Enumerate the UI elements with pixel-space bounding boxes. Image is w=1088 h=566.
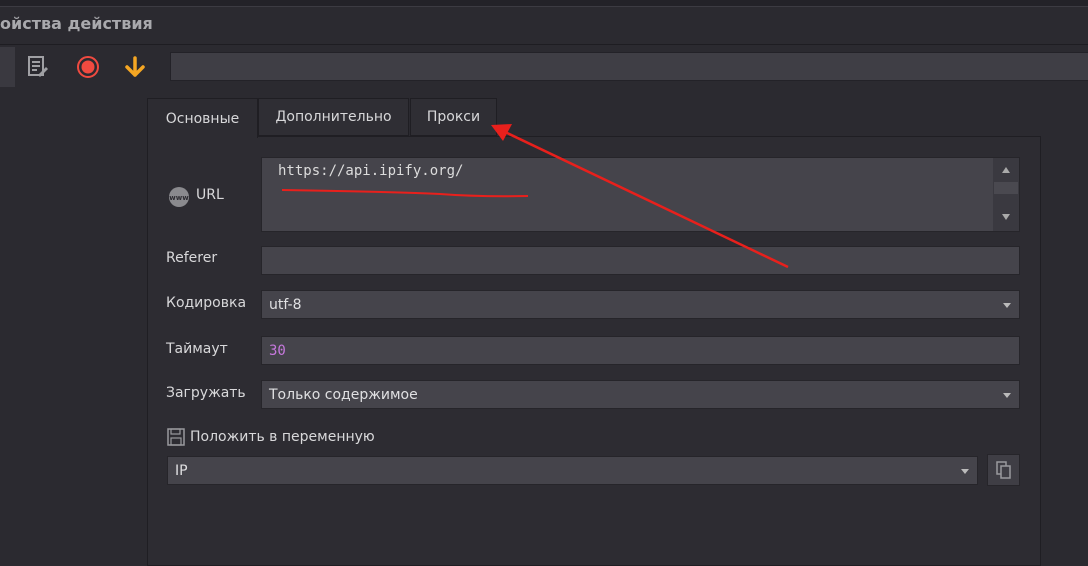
encoding-label: Кодировка	[166, 295, 247, 311]
encoding-value: utf-8	[269, 296, 302, 313]
encoding-select[interactable]: utf-8	[261, 290, 1020, 319]
scroll-thumb[interactable]	[994, 182, 1018, 194]
tab-advanced[interactable]: Дополнительно	[258, 98, 409, 136]
www-icon: www	[168, 186, 190, 212]
divider	[0, 44, 1088, 45]
chevron-down-icon	[961, 468, 969, 474]
tab-proxy[interactable]: Прокси	[410, 98, 497, 136]
chevron-down-icon	[1003, 302, 1011, 308]
referer-input[interactable]	[261, 246, 1020, 275]
load-value: Только содержимое	[269, 386, 418, 403]
top-strip	[0, 0, 1088, 7]
notes-icon[interactable]	[26, 55, 50, 83]
tab-main[interactable]: Основные	[147, 98, 258, 138]
url-label: URL	[196, 187, 224, 203]
copy-icon	[996, 461, 1011, 479]
toolbar-left-button[interactable]	[0, 47, 15, 87]
url-scrollbar[interactable]	[993, 158, 1019, 231]
save-icon	[167, 428, 185, 450]
svg-text:www: www	[169, 194, 189, 202]
chevron-down-icon	[1003, 392, 1011, 398]
url-value: https://api.ipify.org/	[278, 163, 464, 179]
variable-select[interactable]: IP	[167, 456, 978, 485]
timeout-value: 30	[269, 342, 286, 359]
toolbar-input[interactable]	[170, 52, 1088, 81]
timeout-label: Таймаут	[166, 341, 228, 357]
variable-value: IP	[175, 462, 188, 479]
scroll-down-icon[interactable]	[1002, 214, 1010, 220]
arrow-down-icon[interactable]	[123, 55, 147, 83]
scroll-up-icon[interactable]	[1002, 167, 1010, 173]
load-select[interactable]: Только содержимое	[261, 380, 1020, 409]
copy-button[interactable]	[987, 454, 1020, 486]
load-label: Загружать	[166, 385, 246, 401]
save-var-label: Положить в переменную	[190, 429, 375, 445]
url-textarea[interactable]: https://api.ipify.org/	[261, 157, 1020, 232]
window-title: ойства действия	[0, 14, 153, 33]
record-icon[interactable]	[76, 55, 100, 83]
timeout-input[interactable]: 30	[261, 336, 1020, 365]
referer-label: Referer	[166, 250, 218, 266]
